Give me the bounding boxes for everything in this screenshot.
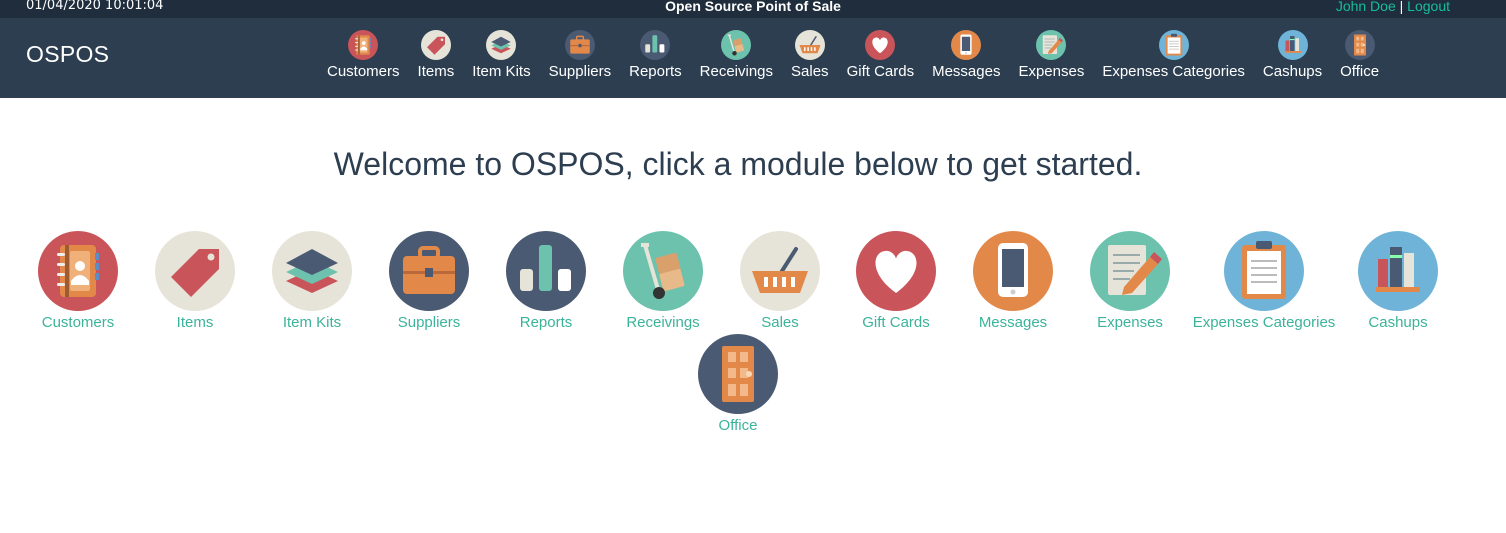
- gift-cards-icon: [856, 231, 936, 311]
- nav-messages[interactable]: Messages: [923, 30, 1009, 80]
- nav-suppliers[interactable]: Suppliers: [540, 30, 621, 80]
- module-office[interactable]: Office: [698, 334, 778, 434]
- nav-label: Items: [417, 63, 455, 80]
- nav-item-kits[interactable]: Item Kits: [463, 30, 539, 80]
- module-label: Messages: [978, 314, 1048, 331]
- module-items[interactable]: Items: [155, 231, 235, 331]
- gift-cards-icon: [865, 30, 895, 60]
- nav-label: Sales: [791, 63, 829, 80]
- welcome-heading: Welcome to OSPOS, click a module below t…: [333, 146, 1143, 182]
- module-label: Items: [176, 314, 214, 331]
- nav-label: Item Kits: [472, 63, 531, 80]
- nav-reports[interactable]: Reports: [620, 30, 691, 80]
- user-separator: |: [1395, 0, 1408, 14]
- nav-office[interactable]: Office: [1331, 30, 1388, 80]
- module-cashups[interactable]: Cashups: [1358, 231, 1438, 331]
- nav-label: Messages: [932, 63, 1001, 80]
- reports-icon: [506, 231, 586, 311]
- module-messages[interactable]: Messages: [973, 231, 1053, 331]
- nav-label: Expenses: [1018, 63, 1085, 80]
- module-label: Gift Cards: [862, 314, 930, 331]
- cashups-icon: [1358, 231, 1438, 311]
- module-label: Suppliers: [397, 314, 461, 331]
- suppliers-icon: [389, 231, 469, 311]
- reports-icon: [640, 30, 670, 60]
- main-navbar: OSPOS Customers Items Item Kits Supplier…: [0, 18, 1506, 98]
- nav-gift-cards[interactable]: Gift Cards: [838, 30, 924, 80]
- module-gift-cards[interactable]: Gift Cards: [856, 231, 936, 331]
- nav-receivings[interactable]: Receivings: [691, 30, 782, 80]
- top-status-bar: 01/04/2020 10:01:04 Open Source Point of…: [0, 0, 1506, 18]
- brand-logo[interactable]: OSPOS: [26, 41, 109, 68]
- user-area: John Doe | Logout: [1336, 0, 1450, 14]
- expenses-categories-icon: [1224, 231, 1304, 311]
- module-label: Reports: [519, 314, 573, 331]
- office-icon: [1345, 30, 1375, 60]
- item-kits-icon: [272, 231, 352, 311]
- module-label: Sales: [761, 314, 799, 331]
- nav-label: Gift Cards: [846, 63, 915, 80]
- nav-label: Suppliers: [548, 63, 612, 80]
- customers-icon: [348, 30, 378, 60]
- module-label: Expenses: [1097, 314, 1163, 331]
- sales-icon: [795, 30, 825, 60]
- nav-customers[interactable]: Customers: [318, 30, 409, 80]
- expenses-categories-icon: [1159, 30, 1189, 60]
- expenses-icon: [1036, 30, 1066, 60]
- module-expenses-categories[interactable]: Expenses Categories: [1191, 231, 1337, 331]
- expenses-icon: [1090, 231, 1170, 311]
- messages-icon: [973, 231, 1053, 311]
- nav-label: Cashups: [1262, 63, 1323, 80]
- sales-icon: [740, 231, 820, 311]
- nav-sales[interactable]: Sales: [782, 30, 838, 80]
- nav-label: Reports: [629, 63, 682, 80]
- module-suppliers[interactable]: Suppliers: [389, 231, 469, 331]
- module-receivings[interactable]: Receivings: [623, 231, 703, 331]
- module-label: Receivings: [626, 314, 700, 331]
- logout-link[interactable]: Logout: [1407, 0, 1450, 14]
- module-customers[interactable]: Customers: [38, 231, 118, 331]
- receivings-icon: [623, 231, 703, 311]
- receivings-icon: [721, 30, 751, 60]
- module-item-kits[interactable]: Item Kits: [272, 231, 352, 331]
- module-label: Customers: [41, 314, 115, 331]
- nav-cashups[interactable]: Cashups: [1254, 30, 1331, 80]
- module-label: Cashups: [1368, 314, 1428, 331]
- nav-label: Receivings: [699, 63, 774, 80]
- nav-label: Customers: [327, 63, 400, 80]
- office-icon: [698, 334, 778, 414]
- suppliers-icon: [565, 30, 595, 60]
- items-icon: [421, 30, 451, 60]
- nav-menu: Customers Items Item Kits Suppliers Repo…: [318, 30, 1388, 80]
- messages-icon: [951, 30, 981, 60]
- nav-label: Office: [1340, 63, 1380, 80]
- app-title: Open Source Point of Sale: [665, 0, 841, 14]
- item-kits-icon: [486, 30, 516, 60]
- module-expenses[interactable]: Expenses: [1090, 231, 1170, 331]
- module-sales[interactable]: Sales: [740, 231, 820, 331]
- module-label: Expenses Categories: [1192, 314, 1336, 331]
- module-label: Item Kits: [282, 314, 342, 331]
- module-label: Office: [718, 417, 758, 434]
- nav-expenses[interactable]: Expenses: [1009, 30, 1093, 80]
- user-name-link[interactable]: John Doe: [1336, 0, 1396, 14]
- customers-icon: [38, 231, 118, 311]
- nav-items[interactable]: Items: [409, 30, 464, 80]
- cashups-icon: [1278, 30, 1308, 60]
- items-icon: [155, 231, 235, 311]
- nav-label: Expenses Categories: [1102, 63, 1245, 80]
- module-reports[interactable]: Reports: [506, 231, 586, 331]
- nav-expenses-categories[interactable]: Expenses Categories: [1093, 30, 1254, 80]
